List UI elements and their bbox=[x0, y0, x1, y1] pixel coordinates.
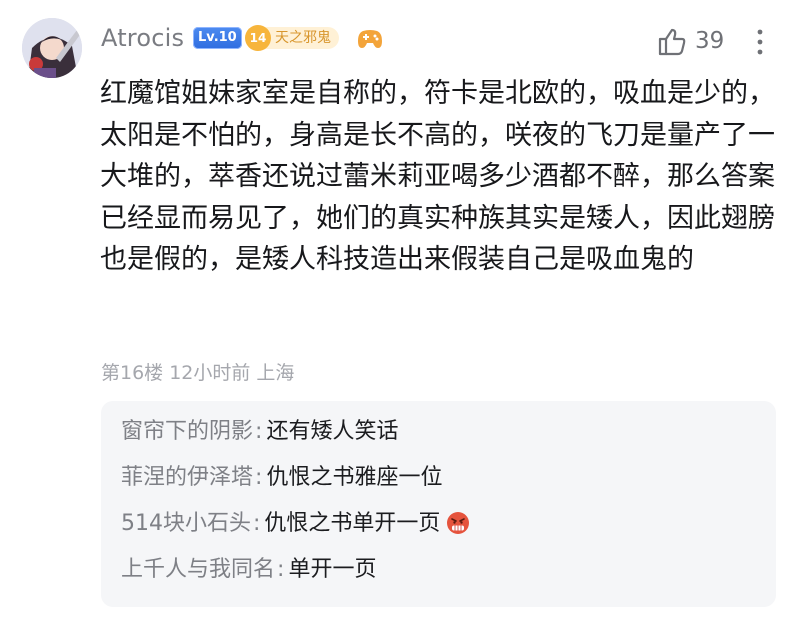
reply-text: 单开一页 bbox=[288, 557, 377, 582]
level-badge: Lv.10 bbox=[193, 27, 242, 49]
reply-author[interactable]: 窗帘下的阴影 bbox=[121, 419, 253, 444]
reply-author[interactable]: 上千人与我同名 bbox=[121, 557, 275, 582]
reply-item[interactable]: 菲涅的伊泽塔: 仇恨之书雅座一位 bbox=[121, 463, 442, 493]
gamepad-icon bbox=[357, 28, 383, 54]
reply-separator: : bbox=[255, 419, 263, 444]
reply-separator: : bbox=[253, 511, 261, 536]
avatar[interactable] bbox=[22, 18, 82, 78]
reply-preview-box[interactable]: 窗帘下的阴影: 还有矮人笑话 菲涅的伊泽塔: 仇恨之书雅座一位 514块小石头: 仇恨… bbox=[101, 401, 776, 607]
reply-item[interactable]: 上千人与我同名: 单开一页 bbox=[121, 555, 376, 585]
reply-separator: : bbox=[255, 465, 263, 490]
reply-author[interactable]: 514块小石头 bbox=[121, 511, 251, 536]
reply-item[interactable]: 窗帘下的阴影: 还有矮人笑话 bbox=[121, 417, 398, 447]
like-count: 39 bbox=[695, 28, 725, 54]
angry-face-emoji bbox=[446, 511, 470, 544]
comment-text: 红魔馆姐妹家室是自称的，符卡是北欧的，吸血是少的，太阳是不怕的，身高是长不高的，… bbox=[100, 78, 775, 275]
reply-item[interactable]: 514块小石头: 仇恨之书单开一页 bbox=[121, 509, 470, 544]
title-badge-number: 14 bbox=[245, 25, 271, 51]
more-vertical-icon[interactable] bbox=[756, 28, 764, 60]
title-badge-label: 天之邪鬼 bbox=[275, 30, 331, 46]
username[interactable]: Atrocis bbox=[101, 24, 184, 52]
reply-text: 仇恨之书单开一页 bbox=[264, 511, 441, 536]
reply-text: 仇恨之书雅座一位 bbox=[266, 465, 443, 490]
reply-author[interactable]: 菲涅的伊泽塔 bbox=[121, 465, 253, 490]
like-icon[interactable] bbox=[657, 27, 687, 61]
title-badge[interactable]: 14 天之邪鬼 bbox=[245, 25, 339, 51]
comment-meta: 第16楼 12小时前 上海 bbox=[101, 362, 295, 384]
reply-separator: : bbox=[277, 557, 285, 582]
reply-text: 还有矮人笑话 bbox=[266, 419, 399, 444]
